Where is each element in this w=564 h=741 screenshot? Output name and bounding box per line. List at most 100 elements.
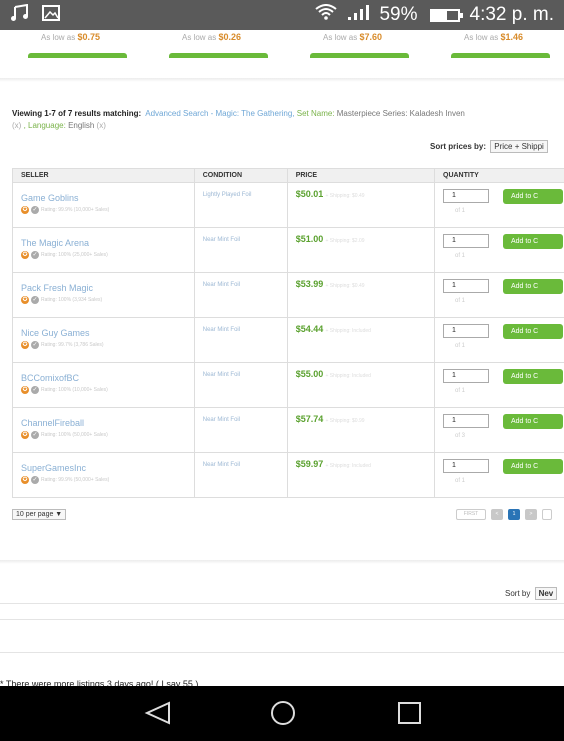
clock: 4:32 p. m. xyxy=(469,4,555,25)
seller-rating: ✪ ✓ Rating: 100% (3,934 Sales) xyxy=(21,296,186,304)
seller-link[interactable]: The Magic Arena xyxy=(21,238,186,248)
quantity-cell: 1 of 1 Add to C xyxy=(434,227,564,273)
divider xyxy=(0,603,564,604)
add-to-cart-button[interactable]: Add to C xyxy=(503,234,563,249)
top-add-button[interactable] xyxy=(28,53,127,58)
prev-page-button[interactable]: < xyxy=(491,509,503,520)
quantity-input[interactable]: 1 xyxy=(443,279,489,293)
shipping-text: + Shipping: $0.99 xyxy=(325,418,365,424)
seller-badge-icon: ✪ xyxy=(21,476,29,484)
remove-filter-set[interactable]: (x) xyxy=(12,121,21,130)
price-value: $0.26 xyxy=(218,32,241,42)
verified-icon: ✓ xyxy=(31,386,39,394)
results-count: Viewing 1-7 of 7 results matching: xyxy=(12,109,142,118)
recents-icon[interactable] xyxy=(395,700,425,726)
price-value: $0.75 xyxy=(77,32,100,42)
seller-cell: SuperGamesInc ✪ ✓ Rating: 99.9% (50,000+… xyxy=(12,452,195,498)
seller-link[interactable]: Pack Fresh Magic xyxy=(21,283,186,293)
seller-cell: BCComixofBC ✪ ✓ Rating: 100% (10,000+ Sa… xyxy=(12,362,195,408)
price-prefix: As low as xyxy=(182,33,217,42)
shipping-text: + Shipping: $0.49 xyxy=(325,193,365,199)
image-icon xyxy=(42,4,60,26)
seller-link[interactable]: Nice Guy Games xyxy=(21,328,186,338)
price-text: $53.99 xyxy=(295,279,324,289)
next-page-button[interactable]: > xyxy=(525,509,537,520)
quantity-available: of 1 xyxy=(455,343,466,349)
top-add-button[interactable] xyxy=(169,53,268,58)
top-add-button[interactable] xyxy=(310,53,409,58)
price-cell: $53.99 + Shipping: $0.49 xyxy=(286,272,436,318)
sort-select[interactable]: Price + Shippi xyxy=(490,140,548,153)
wifi-icon xyxy=(315,4,338,26)
remove-filter-language[interactable]: (x) xyxy=(97,121,106,130)
condition-text: Lightly Played Foil xyxy=(202,192,252,198)
price-cell: $51.00 + Shipping: $2.09 xyxy=(286,227,436,273)
sort-by-select[interactable]: Nev xyxy=(534,587,558,600)
add-to-cart-button[interactable]: Add to C xyxy=(503,369,563,384)
quantity-cell: 1 of 1 Add to C xyxy=(434,452,564,498)
seller-cell: ChannelFireball ✪ ✓ Rating: 100% (50,000… xyxy=(12,407,195,453)
quantity-input[interactable]: 1 xyxy=(443,369,489,383)
listing-table: SELLER CONDITION PRICE QUANTITY Game Gob… xyxy=(12,168,564,498)
top-price-strip: As low as $0.75 As low as $0.26 As low a… xyxy=(0,30,564,58)
quantity-input[interactable]: 1 xyxy=(443,324,489,338)
advanced-search-link[interactable]: Advanced Search - Magic: The Gathering, xyxy=(145,109,294,118)
condition-text: Near Mint Foil xyxy=(202,282,241,288)
language-label: , Language: xyxy=(23,121,66,130)
current-page-button[interactable]: 1 xyxy=(508,509,520,520)
table-row: ChannelFireball ✪ ✓ Rating: 100% (50,000… xyxy=(12,407,564,453)
first-page-button[interactable]: FIRST xyxy=(456,509,486,520)
price-text: $59.97 xyxy=(295,459,324,469)
navigation-bar xyxy=(0,686,564,741)
add-to-cart-button[interactable]: Add to C xyxy=(503,279,563,294)
condition-text: Near Mint Foil xyxy=(202,327,241,333)
price-value: $7.60 xyxy=(359,32,382,42)
verified-icon: ✓ xyxy=(31,206,39,214)
top-price-item: As low as $0.26 xyxy=(141,30,282,58)
add-to-cart-button[interactable]: Add to C xyxy=(503,414,563,429)
seller-badge-icon: ✪ xyxy=(21,341,29,349)
per-page-select[interactable]: 10 per page ▼ xyxy=(12,509,67,520)
header-seller: SELLER xyxy=(12,168,195,183)
quantity-cell: 1 of 1 Add to C xyxy=(434,272,564,318)
sort-by-label: Sort by xyxy=(505,589,531,598)
verified-icon: ✓ xyxy=(31,296,39,304)
shipping-text: + Shipping: $0.49 xyxy=(325,283,365,289)
quantity-available: of 1 xyxy=(455,478,466,484)
quantity-input[interactable]: 1 xyxy=(443,414,489,428)
quantity-input[interactable]: 1 xyxy=(443,234,489,248)
condition-cell: Near Mint Foil xyxy=(193,362,288,408)
price-prefix: As low as xyxy=(41,33,76,42)
top-add-button[interactable] xyxy=(451,53,550,58)
sort-label: Sort prices by: xyxy=(430,142,487,151)
price-cell: $55.00 + Shipping: Included xyxy=(286,362,436,408)
condition-text: Near Mint Foil xyxy=(202,417,241,423)
divider xyxy=(0,652,564,653)
quantity-available: of 1 xyxy=(455,298,466,304)
condition-cell: Near Mint Foil xyxy=(193,317,288,363)
seller-rating: ✪ ✓ Rating: 100% (50,000+ Sales) xyxy=(21,431,186,439)
price-cell: $57.74 + Shipping: $0.99 xyxy=(286,407,436,453)
add-to-cart-button[interactable]: Add to C xyxy=(503,189,563,204)
quantity-input[interactable]: 1 xyxy=(443,189,489,203)
add-to-cart-button[interactable]: Add to C xyxy=(503,459,563,474)
price-cell: $54.44 + Shipping: Included xyxy=(286,317,436,363)
seller-link[interactable]: ChannelFireball xyxy=(21,418,186,428)
quantity-available: of 1 xyxy=(455,388,466,394)
seller-link[interactable]: Game Goblins xyxy=(21,193,186,203)
home-icon[interactable] xyxy=(268,700,298,726)
shipping-text: + Shipping: Included xyxy=(325,463,371,469)
seller-link[interactable]: SuperGamesInc xyxy=(21,463,186,473)
price-prefix: As low as xyxy=(323,33,358,42)
sort-by: Sort by Nev xyxy=(505,587,558,600)
seller-link[interactable]: BCComixofBC xyxy=(21,373,186,383)
quantity-input[interactable]: 1 xyxy=(443,459,489,473)
header-quantity: QUANTITY xyxy=(434,168,564,183)
seller-badge-icon: ✪ xyxy=(21,206,29,214)
seller-badge-icon: ✪ xyxy=(21,431,29,439)
add-to-cart-button[interactable]: Add to C xyxy=(503,324,563,339)
quantity-available: of 3 xyxy=(455,433,466,439)
back-icon[interactable] xyxy=(143,700,173,726)
last-page-button[interactable] xyxy=(542,509,552,520)
seller-rating: ✪ ✓ Rating: 99.7% (3,786 Sales) xyxy=(21,341,186,349)
